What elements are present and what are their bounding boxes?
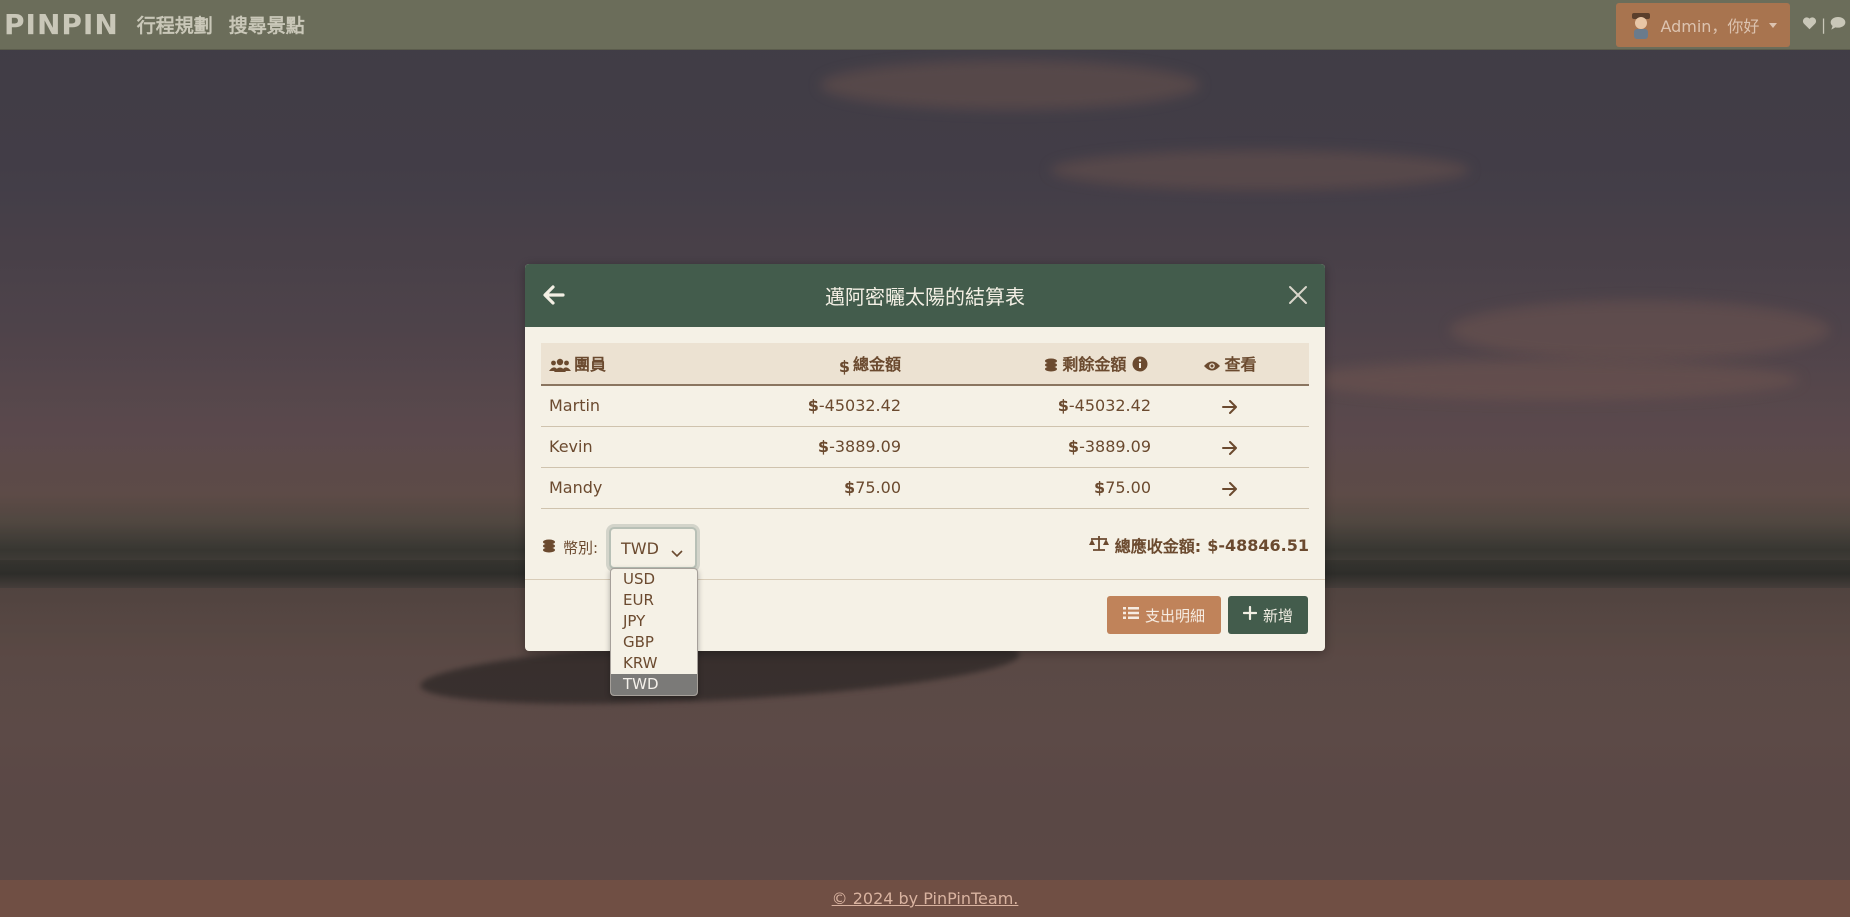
coins-icon [1043, 357, 1059, 376]
brand-text: PINPIN [4, 8, 119, 41]
close-icon[interactable] [1287, 284, 1309, 306]
member-name: Kevin [541, 426, 731, 468]
currency-option-gbp[interactable]: GBP [611, 632, 697, 653]
top-navbar: PINPIN 行程規劃 搜尋景點 Admin，你好 | [0, 0, 1850, 50]
member-total: $-45032.42 [731, 385, 901, 427]
column-view: 查看 [1151, 343, 1309, 386]
caret-down-icon [1769, 22, 1778, 28]
add-label: 新增 [1262, 606, 1293, 625]
column-member: 團員 [541, 343, 731, 386]
column-total: $ 總金額 [731, 343, 901, 386]
column-remaining-label: 剩餘金額 [1062, 355, 1127, 374]
total-due: 總應收金額: $-48846.51 [1088, 533, 1309, 557]
modal-header: 邁阿密曬太陽的結算表 [525, 264, 1325, 327]
column-remaining: 剩餘金額 [901, 343, 1151, 386]
currency-option-usd[interactable]: USD [611, 569, 697, 590]
currency-selected-value: TWD [621, 538, 659, 558]
currency-label-text: 幣別: [563, 539, 599, 557]
member-total: $-3889.09 [731, 426, 901, 468]
currency-option-jpy[interactable]: JPY [611, 611, 697, 632]
member-remaining: $-45032.42 [901, 385, 1151, 427]
currency-option-krw[interactable]: KRW [611, 653, 697, 674]
member-total: $75.00 [731, 467, 901, 509]
dollar-icon: $ [838, 357, 850, 376]
expense-details-label: 支出明細 [1144, 606, 1205, 625]
list-icon [1122, 606, 1139, 624]
view-arrow-icon[interactable] [1151, 385, 1309, 427]
member-name: Martin [541, 385, 731, 427]
column-member-label: 團員 [574, 355, 607, 374]
modal-title: 邁阿密曬太陽的結算表 [825, 285, 1025, 309]
add-button[interactable]: 新增 [1228, 596, 1308, 634]
user-avatar-icon [1628, 10, 1654, 40]
nav-divider: | [1820, 16, 1826, 34]
total-due-value: $-48846.51 [1207, 535, 1309, 555]
table-header-row: 團員 $ 總金額 剩餘金額 查看 [541, 343, 1309, 386]
currency-label: 幣別: [541, 537, 598, 558]
currency-options-list: USD EUR JPY GBP KRW TWD [610, 568, 698, 696]
member-remaining: $-3889.09 [901, 426, 1151, 468]
users-icon [549, 357, 571, 376]
eye-icon [1203, 357, 1221, 376]
nav-link-itinerary[interactable]: 行程規劃 [137, 11, 213, 38]
view-arrow-icon[interactable] [1151, 426, 1309, 468]
heart-icon[interactable] [1802, 16, 1817, 34]
view-arrow-icon[interactable] [1151, 467, 1309, 509]
chat-icon[interactable] [1830, 16, 1846, 34]
table-row: Mandy $75.00 $75.00 [541, 467, 1309, 509]
balance-scale-icon [1088, 535, 1109, 555]
currency-option-eur[interactable]: EUR [611, 590, 697, 611]
coins-icon [541, 539, 557, 557]
currency-select[interactable]: TWD [609, 527, 697, 569]
settlement-table: 團員 $ 總金額 剩餘金額 查看 Martin $-45032.42 $-450… [541, 343, 1309, 509]
column-total-label: 總金額 [852, 355, 901, 374]
expense-details-button[interactable]: 支出明細 [1107, 596, 1221, 634]
plus-icon [1242, 605, 1258, 624]
chevron-down-icon [671, 543, 683, 562]
currency-option-twd[interactable]: TWD [611, 674, 697, 695]
brand-logo[interactable]: PINPIN [4, 8, 119, 41]
page-footer: © 2024 by PinPinTeam. [0, 880, 1850, 917]
total-due-label: 總應收金額: [1114, 537, 1202, 556]
currency-row: 幣別: TWD 總應收金額: $-48846.51 [541, 523, 1309, 569]
table-row: Kevin $-3889.09 $-3889.09 [541, 426, 1309, 468]
member-remaining: $75.00 [901, 467, 1151, 509]
nav-link-search-spots[interactable]: 搜尋景點 [229, 11, 305, 38]
member-name: Mandy [541, 467, 731, 509]
back-arrow-icon[interactable] [541, 282, 567, 308]
copyright-link[interactable]: © 2024 by PinPinTeam. [832, 889, 1019, 908]
user-greeting: Admin，你好 [1660, 17, 1760, 36]
modal-body: 團員 $ 總金額 剩餘金額 查看 Martin $-45032.42 $-450… [525, 327, 1325, 589]
user-menu-button[interactable]: Admin，你好 [1615, 3, 1790, 47]
column-view-label: 查看 [1224, 355, 1257, 374]
table-row: Martin $-45032.42 $-45032.42 [541, 385, 1309, 427]
info-icon[interactable] [1132, 356, 1148, 376]
